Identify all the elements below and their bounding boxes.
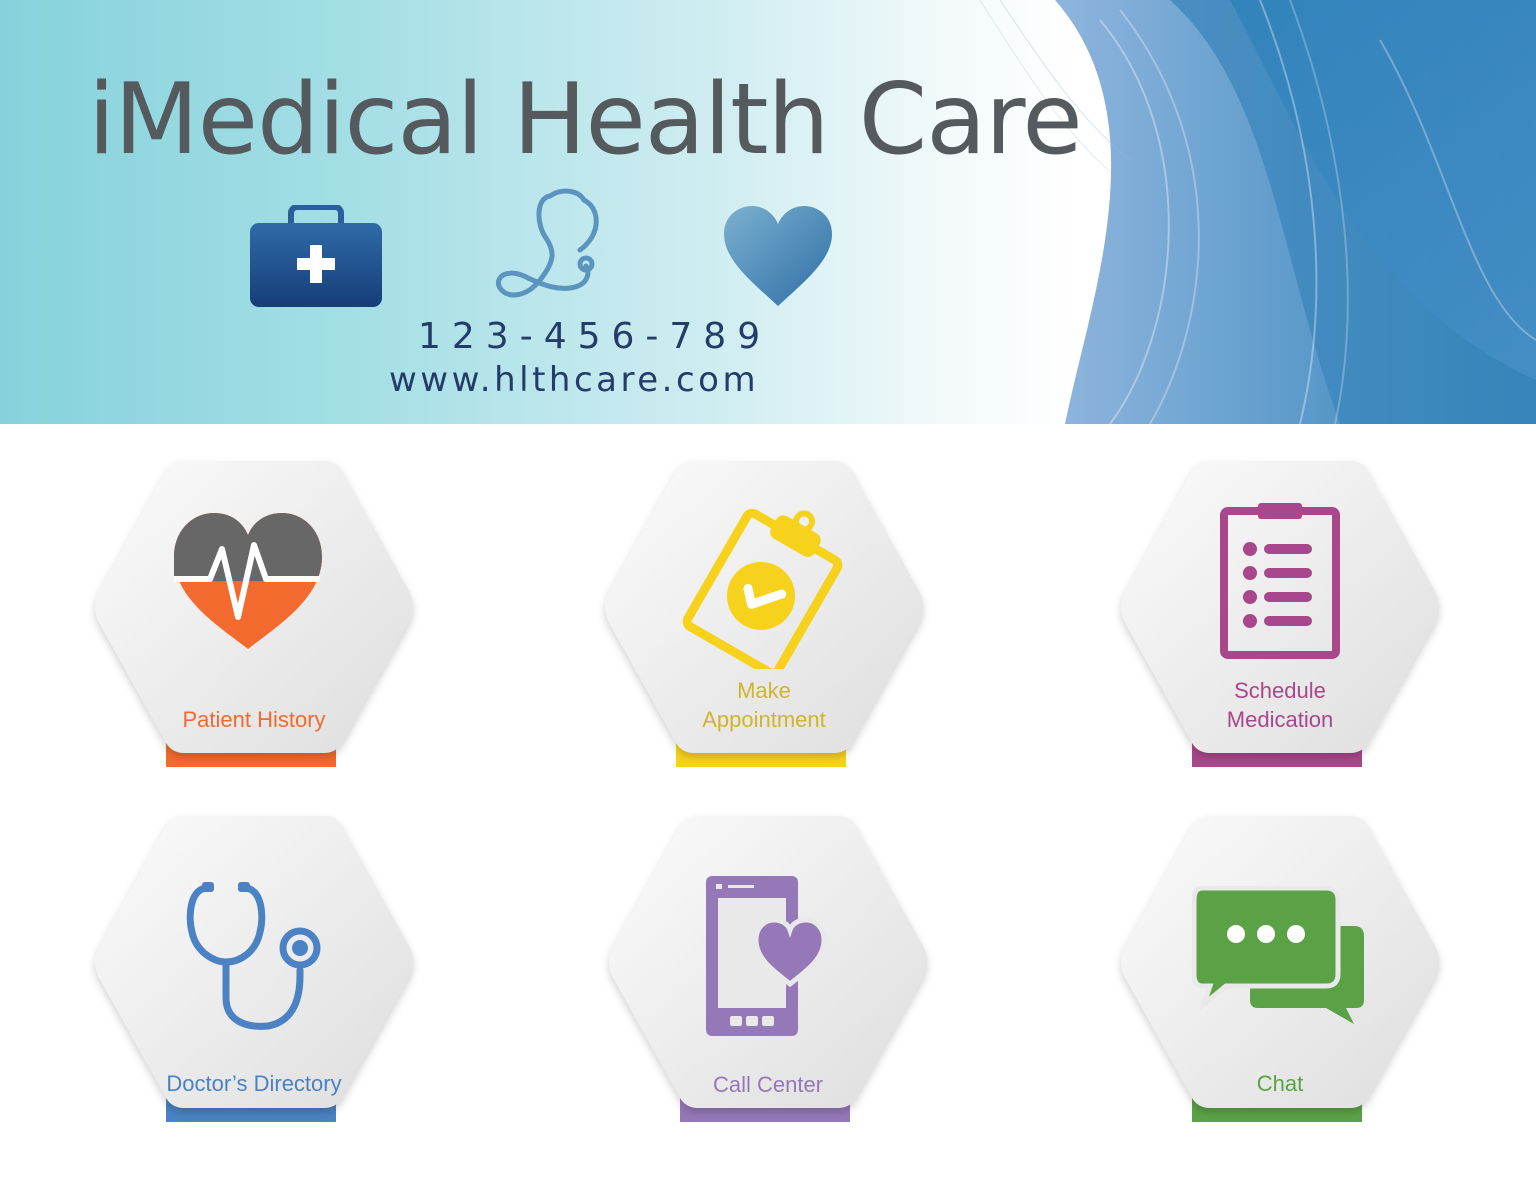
app-title: iMedical Health Care bbox=[88, 63, 1083, 177]
tile-label: Make Appointment bbox=[702, 678, 826, 732]
tile-call-center[interactable]: Call Center bbox=[598, 812, 938, 1132]
phone-number[interactable]: 123-456-789 bbox=[418, 316, 760, 357]
website-link[interactable]: www.hlthcare.com bbox=[389, 360, 759, 400]
tile-label: Schedule Medication bbox=[1226, 678, 1334, 732]
checklist-icon bbox=[1220, 503, 1340, 659]
tile-label: Call Center bbox=[712, 1072, 824, 1097]
tile-chat[interactable]: Chat bbox=[1110, 812, 1450, 1132]
phone-heart-icon bbox=[706, 876, 827, 1036]
chat-bubbles-icon bbox=[1192, 886, 1364, 1024]
tile-label: Patient History bbox=[182, 707, 326, 732]
stethoscope-icon bbox=[496, 188, 599, 298]
tile-label: Doctor’s Directory bbox=[166, 1071, 342, 1096]
tile-patient-history[interactable]: Patient History bbox=[84, 457, 424, 777]
tile-doctors-directory[interactable]: Doctor’s Directory bbox=[84, 812, 424, 1132]
clipboard-check-icon bbox=[682, 508, 843, 669]
stethoscope-icon bbox=[186, 882, 321, 1030]
heart-icon bbox=[724, 206, 832, 306]
first-aid-kit-icon bbox=[250, 205, 382, 307]
header-banner: iMedical Health Care 123-456-789 www.hlt… bbox=[0, 0, 1536, 424]
tile-schedule-medication[interactable]: Schedule Medication bbox=[1110, 457, 1450, 777]
tile-label: Chat bbox=[1256, 1071, 1304, 1096]
heart-pulse-icon bbox=[174, 513, 322, 649]
tile-make-appointment[interactable]: Make Appointment bbox=[594, 457, 934, 777]
